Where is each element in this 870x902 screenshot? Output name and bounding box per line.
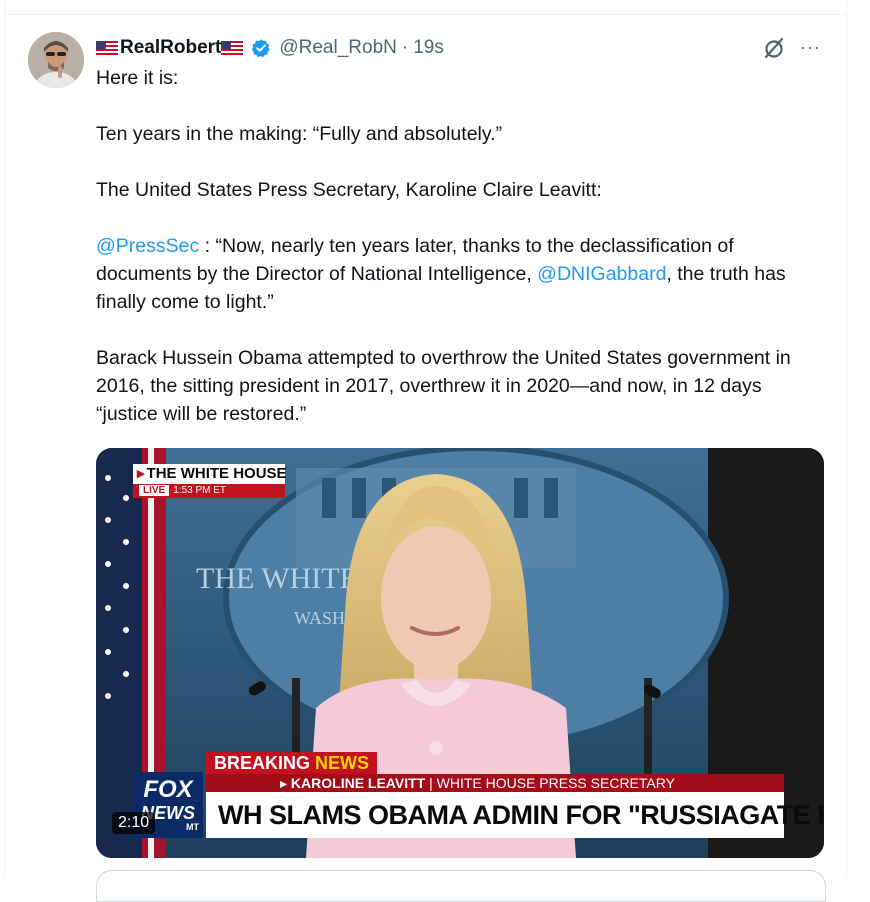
breaking-news-banner: BREAKING NEWS: [206, 752, 378, 774]
next-card-edge: [96, 870, 826, 902]
tweet-text-line1: Here it is:: [96, 67, 179, 89]
tweet-text-para4: @PressSec : “Now, nearly ten years later…: [96, 235, 786, 313]
verified-badge-icon[interactable]: [251, 38, 271, 58]
more-icon[interactable]: ···: [800, 38, 824, 58]
us-flag-icon: [221, 40, 244, 56]
tweet-text-para2: Ten years in the making: “Fully and abso…: [96, 123, 503, 145]
grok-icon[interactable]: [762, 36, 786, 60]
tweet-text-para5: Barack Hussein Obama attempted to overth…: [96, 347, 791, 425]
tweet-header: RealRobert @Real_RobN · 19s: [96, 36, 444, 60]
tweet-timestamp[interactable]: 19s: [413, 37, 444, 59]
author-name[interactable]: RealRobert: [120, 37, 221, 59]
avatar[interactable]: [28, 32, 84, 88]
chyron-white-house: ▸ THE WHITE HOUSE LIVE 1:53 PM ET: [133, 464, 287, 500]
video-player[interactable]: THE WHITE HOUSE WASHINGTON: [96, 448, 824, 858]
tweet[interactable]: RealRobert @Real_RobN · 19s ··· Here it …: [0, 14, 846, 902]
tweet-text-para3: The United States Press Secretary, Karol…: [96, 179, 602, 201]
author-handle[interactable]: @Real_RobN: [279, 37, 397, 59]
mention-dnigabbard[interactable]: @DNIGabbard: [537, 263, 666, 285]
header-separator: ·: [401, 37, 409, 58]
video-duration: 2:10: [112, 812, 156, 834]
us-flag-icon: [96, 40, 118, 56]
headline-chyron: WH SLAMS OBAMA ADMIN FOR "RUSSIAGATE HOA…: [206, 792, 824, 838]
speaker-chyron: ▸ KAROLINE LEAVITT | WHITE HOUSE PRESS S…: [206, 774, 784, 792]
timeline-right-border: [846, 0, 847, 878]
mention-presssec[interactable]: @PressSec: [96, 235, 199, 257]
